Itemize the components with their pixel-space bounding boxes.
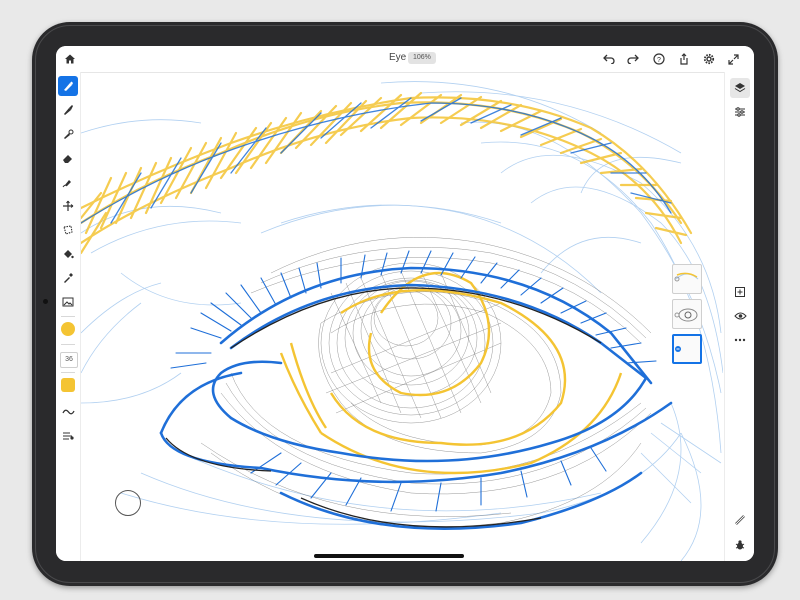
right-panel bbox=[724, 72, 754, 561]
brush-color-swatch[interactable] bbox=[61, 378, 75, 392]
lasso-icon[interactable] bbox=[58, 220, 78, 240]
smudge-icon[interactable] bbox=[58, 172, 78, 192]
eraser-icon[interactable] bbox=[58, 148, 78, 168]
fullscreen-icon[interactable] bbox=[725, 51, 741, 67]
ruler-icon[interactable] bbox=[732, 512, 748, 528]
bug-icon[interactable] bbox=[732, 537, 748, 553]
top-bar: Eye 106% ? bbox=[56, 46, 754, 73]
layer-thumbnail-active[interactable] bbox=[672, 334, 702, 364]
home-indicator[interactable] bbox=[314, 554, 464, 558]
front-camera bbox=[43, 299, 48, 304]
app-screen: Eye 106% ? 36 bbox=[56, 46, 754, 561]
toolbar-divider bbox=[61, 372, 75, 373]
left-toolbar: 36 bbox=[56, 72, 81, 561]
brush-size-field[interactable]: 36 bbox=[60, 352, 78, 368]
drawing-canvas[interactable] bbox=[81, 73, 723, 561]
fill-icon[interactable] bbox=[58, 244, 78, 264]
select-brush-icon[interactable] bbox=[58, 76, 78, 96]
layers-icon[interactable] bbox=[730, 78, 750, 98]
color-swatch[interactable] bbox=[61, 322, 75, 336]
redo-icon[interactable] bbox=[625, 51, 641, 67]
settings-icon[interactable] bbox=[701, 51, 717, 67]
layer-thumbnail[interactable] bbox=[672, 264, 702, 294]
toolbar-divider bbox=[61, 316, 75, 317]
layer-thumbnail[interactable] bbox=[672, 299, 702, 329]
svg-text:?: ? bbox=[657, 57, 661, 64]
document-title[interactable]: Eye bbox=[389, 52, 406, 63]
vector-brush-icon[interactable] bbox=[58, 124, 78, 144]
visibility-icon[interactable] bbox=[732, 308, 748, 324]
home-icon[interactable] bbox=[62, 51, 78, 67]
more-icon[interactable] bbox=[732, 332, 748, 348]
toolbar-divider bbox=[61, 344, 75, 345]
touch-indicator bbox=[115, 490, 141, 516]
iris-yellow-outline bbox=[279, 271, 623, 475]
image-icon[interactable] bbox=[58, 292, 78, 312]
add-layer-icon[interactable] bbox=[732, 284, 748, 300]
eye-outline bbox=[159, 266, 673, 530]
layer-properties-icon[interactable] bbox=[732, 104, 748, 120]
undo-icon[interactable] bbox=[601, 51, 617, 67]
transform-icon[interactable] bbox=[58, 196, 78, 216]
share-icon[interactable] bbox=[676, 51, 692, 67]
stroke-smoothing-icon[interactable] bbox=[58, 402, 78, 422]
pixel-brush-icon[interactable] bbox=[58, 100, 78, 120]
eyedropper-icon[interactable] bbox=[58, 268, 78, 288]
help-icon[interactable]: ? bbox=[651, 51, 667, 67]
brush-settings-icon[interactable] bbox=[58, 426, 78, 446]
zoom-level-badge[interactable]: 106% bbox=[408, 52, 436, 64]
